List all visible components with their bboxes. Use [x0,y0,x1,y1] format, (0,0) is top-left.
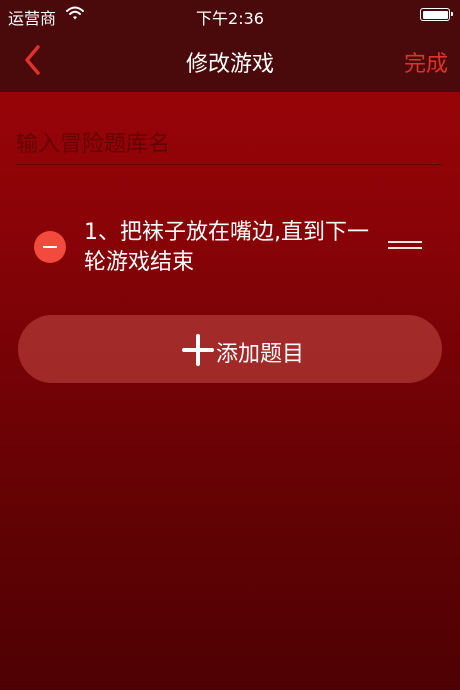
plus-icon [182,334,214,366]
drag-handle-icon[interactable] [388,238,422,252]
status-time: 下午2:36 [196,9,264,28]
add-question-label: 添加题目 [216,342,305,367]
list-item: 1、把袜子放在嘴边,直到下一轮游戏结束 [0,214,460,284]
add-question-button[interactable]: 添加题目 [18,315,442,383]
page-title: 修改游戏 [185,52,274,77]
battery-icon [420,8,453,21]
minus-circle-icon[interactable] [34,231,66,263]
status-bar: 运营商 下午2:36 [0,0,460,30]
bank-name-input[interactable] [16,124,442,165]
question-text: 1、把袜子放在嘴边,直到下一轮游戏结束 [84,220,369,275]
navigation-bar: 修改游戏 完成 [0,30,460,92]
done-button[interactable]: 完成 [404,46,448,78]
